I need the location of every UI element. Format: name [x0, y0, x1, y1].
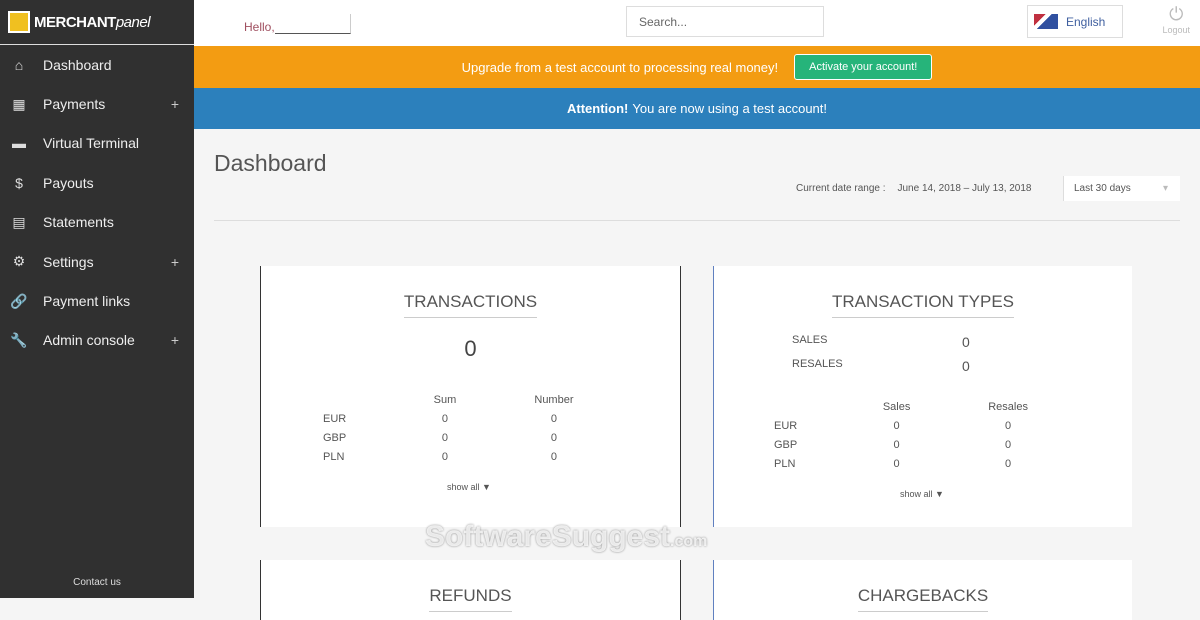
sidebar-item-link[interactable]: 🔗 Payment links: [0, 281, 194, 320]
statements-icon: ▤: [12, 213, 26, 230]
show-all-link[interactable]: show all ▼: [900, 489, 944, 499]
language-select[interactable]: English: [1027, 5, 1123, 38]
sidebar-item-card[interactable]: ▬ Virtual Terminal: [0, 124, 194, 163]
link-icon: 🔗: [10, 292, 28, 309]
watermark: SoftwareSuggest.com: [425, 520, 708, 553]
transaction-types-table: Sales Resales EUR 0 0 GBP 0 0 PLN 0 0: [774, 397, 1074, 473]
sidebar-item-statements[interactable]: ▤ Statements: [0, 203, 194, 242]
sidebar: MERCHANT panel ⌂ Dashboard ▦ Payments + ▬ Virtu…: [0, 0, 194, 598]
sidebar-item-home[interactable]: ⌂ Dashboard: [0, 45, 194, 84]
refunds-card: REFUNDS: [260, 560, 681, 620]
sidebar-item-payments[interactable]: ▦ Payments +: [0, 84, 194, 123]
activate-account-button[interactable]: Activate your account!: [794, 54, 933, 80]
divider: [214, 220, 1180, 221]
dollar-icon: $: [15, 174, 23, 191]
table-row: GBP 0 0: [774, 438, 1012, 451]
summary-row: SALES 0: [792, 334, 970, 350]
expand-icon[interactable]: +: [171, 96, 179, 112]
wrench-icon: 🔧: [10, 331, 28, 348]
page-title: Dashboard: [214, 150, 327, 176]
transactions-total: 0: [464, 336, 477, 361]
attention-banner: Attention! You are now using a test accou…: [194, 88, 1200, 129]
card-icon: ▬: [12, 135, 26, 152]
transactions-card: TRANSACTIONS 0 Sum Number EUR 0 0 GBP 0 0 PLN 0 0 …: [260, 266, 681, 527]
home-icon: ⌂: [14, 56, 24, 73]
username: [274, 14, 351, 34]
search-input[interactable]: Search...: [626, 6, 824, 37]
table-header: Sales Resales: [882, 400, 1028, 413]
table-header: Sum Number: [433, 393, 574, 406]
power-icon: ⏻: [1169, 4, 1184, 24]
upgrade-banner: Upgrade from a test account to processin…: [194, 46, 1200, 88]
payments-icon: ▦: [12, 95, 26, 112]
logout-button[interactable]: ⏻ Logout: [1162, 4, 1190, 35]
sidebar-item-gear[interactable]: ⚙ Settings +: [0, 242, 194, 281]
sidebar-item-dollar[interactable]: $ Payouts: [0, 163, 194, 202]
expand-icon[interactable]: +: [171, 254, 179, 270]
logo[interactable]: MERCHANT panel: [0, 0, 194, 45]
date-range-select[interactable]: Last 30 days: [1063, 176, 1180, 201]
table-row: PLN 0 0: [323, 450, 557, 463]
table-row: PLN 0 0: [774, 457, 1012, 470]
transaction-types-card: TRANSACTION TYPES SALES 0 RESALES 0 Sales Re…: [713, 266, 1132, 527]
table-row: EUR 0 0: [323, 412, 557, 425]
expand-icon[interactable]: +: [171, 332, 179, 348]
uk-flag-icon: [1034, 14, 1058, 29]
chargebacks-card: CHARGEBACKS: [713, 560, 1132, 620]
contact-link[interactable]: Contact us: [0, 577, 194, 588]
show-all-link[interactable]: show all ▼: [447, 482, 491, 492]
top-bar: Hello, Search... English ⏻ Logout: [194, 0, 1200, 46]
gear-icon: ⚙: [12, 253, 26, 270]
summary-row: RESALES 0: [792, 358, 970, 374]
table-row: GBP 0 0: [323, 431, 557, 444]
transactions-table: Sum Number EUR 0 0 GBP 0 0 PLN 0 0: [323, 390, 623, 466]
logo-icon: [8, 11, 30, 33]
date-range: Current date range : June 14, 2018 – July…: [796, 183, 1032, 194]
greeting: Hello,: [244, 14, 351, 34]
table-row: EUR 0 0: [774, 419, 1012, 432]
sidebar-item-wrench[interactable]: 🔧 Admin console +: [0, 321, 194, 360]
